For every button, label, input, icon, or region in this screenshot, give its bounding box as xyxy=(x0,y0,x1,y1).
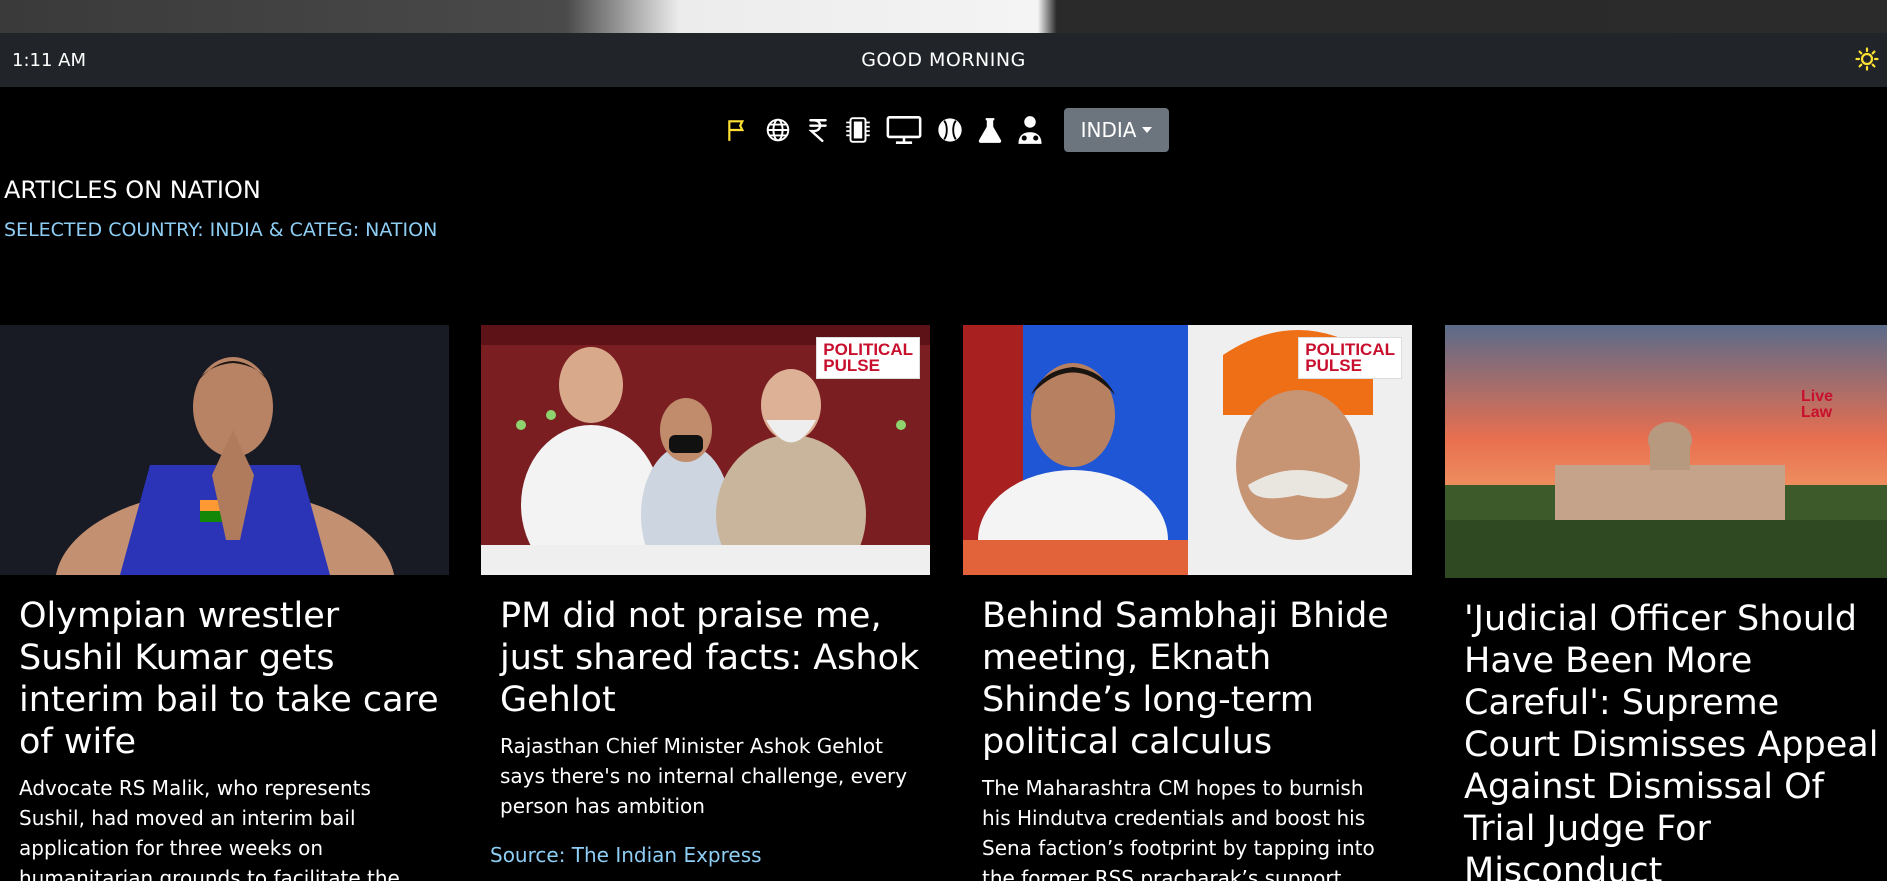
article-card[interactable]: Live Law 'Judicial Officer Should Have Be… xyxy=(1445,325,1887,881)
greeting-text: GOOD MORNING xyxy=(861,49,1026,71)
page-title: ARTICLES ON NATION xyxy=(4,176,261,204)
sun-icon[interactable] xyxy=(1855,47,1879,71)
baseball-icon[interactable] xyxy=(932,112,968,148)
chip-icon[interactable] xyxy=(840,112,876,148)
article-list: Olympian wrestler Sushil Kumar gets inte… xyxy=(0,325,1887,881)
article-description: Rajasthan Chief Minister Ashok Gehlot sa… xyxy=(500,734,908,818)
article-image: Live Law xyxy=(1445,325,1887,578)
article-title[interactable]: Olympian wrestler Sushil Kumar gets inte… xyxy=(19,595,439,763)
doctor-icon[interactable] xyxy=(1012,112,1048,148)
article-card[interactable]: POLITICAL PULSE PM did not praise me, jus… xyxy=(481,325,930,881)
globe-icon[interactable] xyxy=(760,112,796,148)
selection-summary: SELECTED COUNTRY: INDIA & CATEG: NATION xyxy=(4,219,438,241)
article-image: POLITICAL PULSE xyxy=(963,325,1412,575)
header-banner-image xyxy=(0,0,1887,33)
article-title[interactable]: PM did not praise me, just shared facts:… xyxy=(500,595,920,721)
article-image xyxy=(0,325,449,575)
article-description: The Maharashtra CM hopes to burnish his … xyxy=(982,776,1375,881)
category-bar: INDIA xyxy=(0,105,1887,155)
country-dropdown-button[interactable]: INDIA xyxy=(1063,108,1170,152)
article-badge: POLITICAL PULSE xyxy=(816,337,920,379)
article-description: Advocate RS Malik, who represents Sushil… xyxy=(19,776,400,881)
article-title[interactable]: 'Judicial Officer Should Have Been More … xyxy=(1464,598,1884,881)
article-card[interactable]: Olympian wrestler Sushil Kumar gets inte… xyxy=(0,325,449,881)
rupee-icon[interactable] xyxy=(800,112,836,148)
source-logo: Live Law xyxy=(1800,388,1833,421)
country-selected-label: INDIA xyxy=(1080,118,1137,142)
article-badge: POLITICAL PULSE xyxy=(1298,337,1402,379)
top-navbar: 1:11 AM GOOD MORNING xyxy=(0,33,1887,87)
article-title[interactable]: Behind Sambhaji Bhide meeting, Eknath Sh… xyxy=(982,595,1402,763)
article-image: POLITICAL PULSE xyxy=(481,325,930,575)
article-card[interactable]: POLITICAL PULSE Behind Sambhaji Bhide mee… xyxy=(963,325,1412,881)
caret-down-icon xyxy=(1142,127,1153,133)
article-source-link[interactable]: Source: The Indian Express xyxy=(490,843,762,867)
flag-icon[interactable] xyxy=(720,112,756,148)
flask-icon[interactable] xyxy=(972,112,1008,148)
monitor-icon[interactable] xyxy=(880,112,928,148)
